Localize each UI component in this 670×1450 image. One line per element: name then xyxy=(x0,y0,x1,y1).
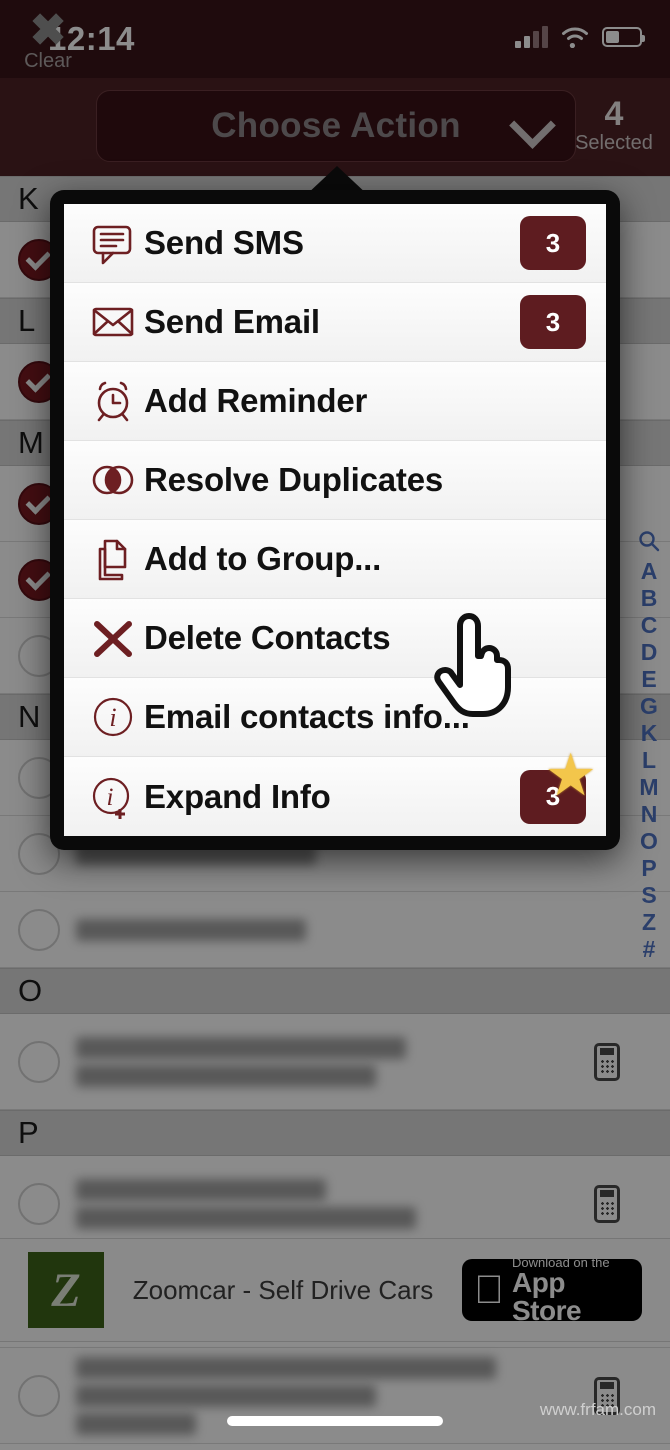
menu-item-send-email[interactable]: Send Email 3 xyxy=(64,283,606,362)
menu-item-label: Expand Info xyxy=(144,777,331,815)
menu-item-send-sms[interactable]: Send SMS 3 xyxy=(64,204,606,283)
menu-item-label: Delete Contacts xyxy=(144,619,391,656)
pointing-hand-cursor xyxy=(434,613,511,717)
sms-bubble-icon xyxy=(82,219,144,267)
alphabet-index-letter[interactable]: M xyxy=(639,774,658,800)
info-circle-icon: i xyxy=(82,693,144,741)
menu-item-label: Send Email xyxy=(144,303,320,340)
menu-item-add-to-group[interactable]: Add to Group... xyxy=(64,520,606,599)
alphabet-index-letter[interactable]: P xyxy=(641,855,656,881)
menu-item-label: Add Reminder xyxy=(144,382,368,419)
action-menu-popup: Send SMS 3 Send Email 3 Add Reminder Resolv… xyxy=(50,190,620,850)
alphabet-index-letter[interactable]: Z xyxy=(642,909,656,935)
alphabet-index-letter[interactable]: E xyxy=(641,666,656,692)
menu-item-label: Email contacts info... xyxy=(144,698,470,735)
menu-item-label: Resolve Duplicates xyxy=(144,461,444,498)
svg-text:i: i xyxy=(109,703,116,732)
menu-item-add-reminder[interactable]: Add Reminder xyxy=(64,362,606,441)
menu-item-resolve-duplicates[interactable]: Resolve Duplicates xyxy=(64,441,606,520)
x-cross-icon xyxy=(82,614,144,662)
alphabet-index-letter[interactable]: K xyxy=(641,720,658,746)
menu-item-expand-info[interactable]: i Expand Info 3 ★ xyxy=(64,750,606,836)
alphabet-index-letter[interactable]: D xyxy=(641,639,658,665)
alphabet-index-letter[interactable]: N xyxy=(641,801,658,827)
info-plus-circle-icon: i xyxy=(82,773,144,821)
site-watermark: www.frfam.com xyxy=(539,1400,656,1419)
alphabet-index-letter[interactable]: A xyxy=(641,558,658,584)
alphabet-index[interactable]: A B C D E G K L M N O P S Z # xyxy=(634,530,664,962)
alphabet-index-letter[interactable]: # xyxy=(643,936,656,962)
phone-screen: 12:14 ✖ Clear Choose Action 4 Selected K… xyxy=(0,0,670,1450)
menu-item-email-contacts-info[interactable]: i Email contacts info... xyxy=(64,678,606,757)
menu-item-label: Add to Group... xyxy=(144,540,382,577)
menu-item-badge: 3 xyxy=(520,295,586,349)
menu-item-badge: 3 xyxy=(520,216,586,270)
alphabet-index-letter[interactable]: S xyxy=(641,882,656,908)
copy-documents-icon xyxy=(82,535,144,583)
venn-circles-icon xyxy=(82,456,144,504)
alphabet-index-letter[interactable]: L xyxy=(642,747,656,773)
search-icon[interactable] xyxy=(638,530,660,557)
alphabet-index-letter[interactable]: G xyxy=(640,693,658,719)
home-indicator xyxy=(227,1416,443,1426)
alarm-clock-icon xyxy=(82,377,144,425)
alphabet-index-letter[interactable]: O xyxy=(640,828,658,854)
menu-item-badge: 3 ★ xyxy=(520,750,594,824)
alphabet-index-letter[interactable]: C xyxy=(641,612,658,638)
envelope-icon xyxy=(82,298,144,346)
alphabet-index-letter[interactable]: B xyxy=(641,585,658,611)
menu-item-label: Send SMS xyxy=(144,224,304,261)
menu-item-delete-contacts[interactable]: Delete Contacts xyxy=(64,599,606,678)
svg-text:i: i xyxy=(107,784,114,811)
